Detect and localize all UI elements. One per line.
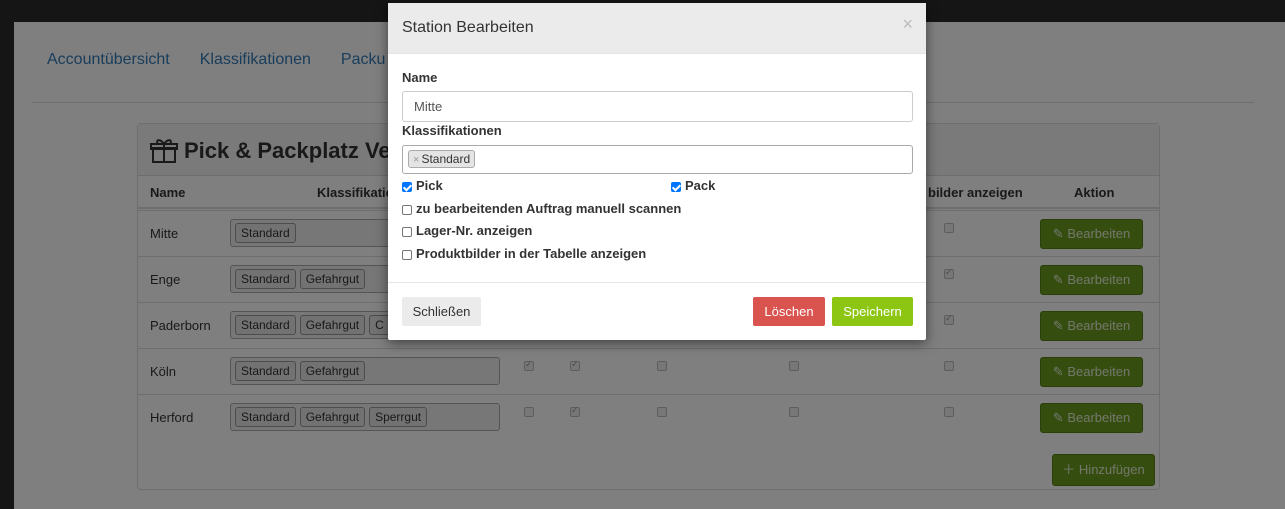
close-button[interactable]: Schließen bbox=[402, 297, 481, 326]
lager-nr-checkbox[interactable]: Lager-Nr. anzeigen bbox=[402, 223, 532, 238]
produktbilder-checkbox[interactable]: Produktbilder in der Tabelle anzeigen bbox=[402, 246, 646, 261]
name-label: Name bbox=[402, 70, 438, 85]
modal-header: Station Bearbeiten × bbox=[388, 3, 926, 54]
klassifikationen-label: Klassifikationen bbox=[402, 123, 502, 138]
edit-station-modal: Station Bearbeiten × Name Mitte Klassifi… bbox=[388, 3, 926, 340]
name-input[interactable]: Mitte bbox=[402, 91, 913, 122]
lager-nr-box[interactable] bbox=[402, 227, 412, 237]
klassifikationen-select[interactable]: × Standard bbox=[402, 145, 913, 174]
manual-scan-box[interactable] bbox=[402, 205, 412, 215]
modal-title: Station Bearbeiten bbox=[402, 19, 534, 36]
close-icon[interactable]: × bbox=[902, 14, 913, 35]
modal-footer-divider bbox=[388, 282, 926, 283]
delete-button[interactable]: Löschen bbox=[753, 297, 825, 326]
tag-standard: × Standard bbox=[408, 150, 476, 168]
save-button[interactable]: Speichern bbox=[832, 297, 913, 326]
produktbilder-box[interactable] bbox=[402, 250, 412, 260]
manual-scan-checkbox[interactable]: zu bearbeitenden Auftrag manuell scannen bbox=[402, 201, 681, 216]
pack-checkbox[interactable]: Pack bbox=[671, 178, 715, 193]
pick-box[interactable] bbox=[402, 182, 412, 192]
pack-box[interactable] bbox=[671, 182, 681, 192]
remove-tag-icon[interactable]: × bbox=[413, 154, 419, 166]
pick-checkbox[interactable]: Pick bbox=[402, 178, 443, 193]
